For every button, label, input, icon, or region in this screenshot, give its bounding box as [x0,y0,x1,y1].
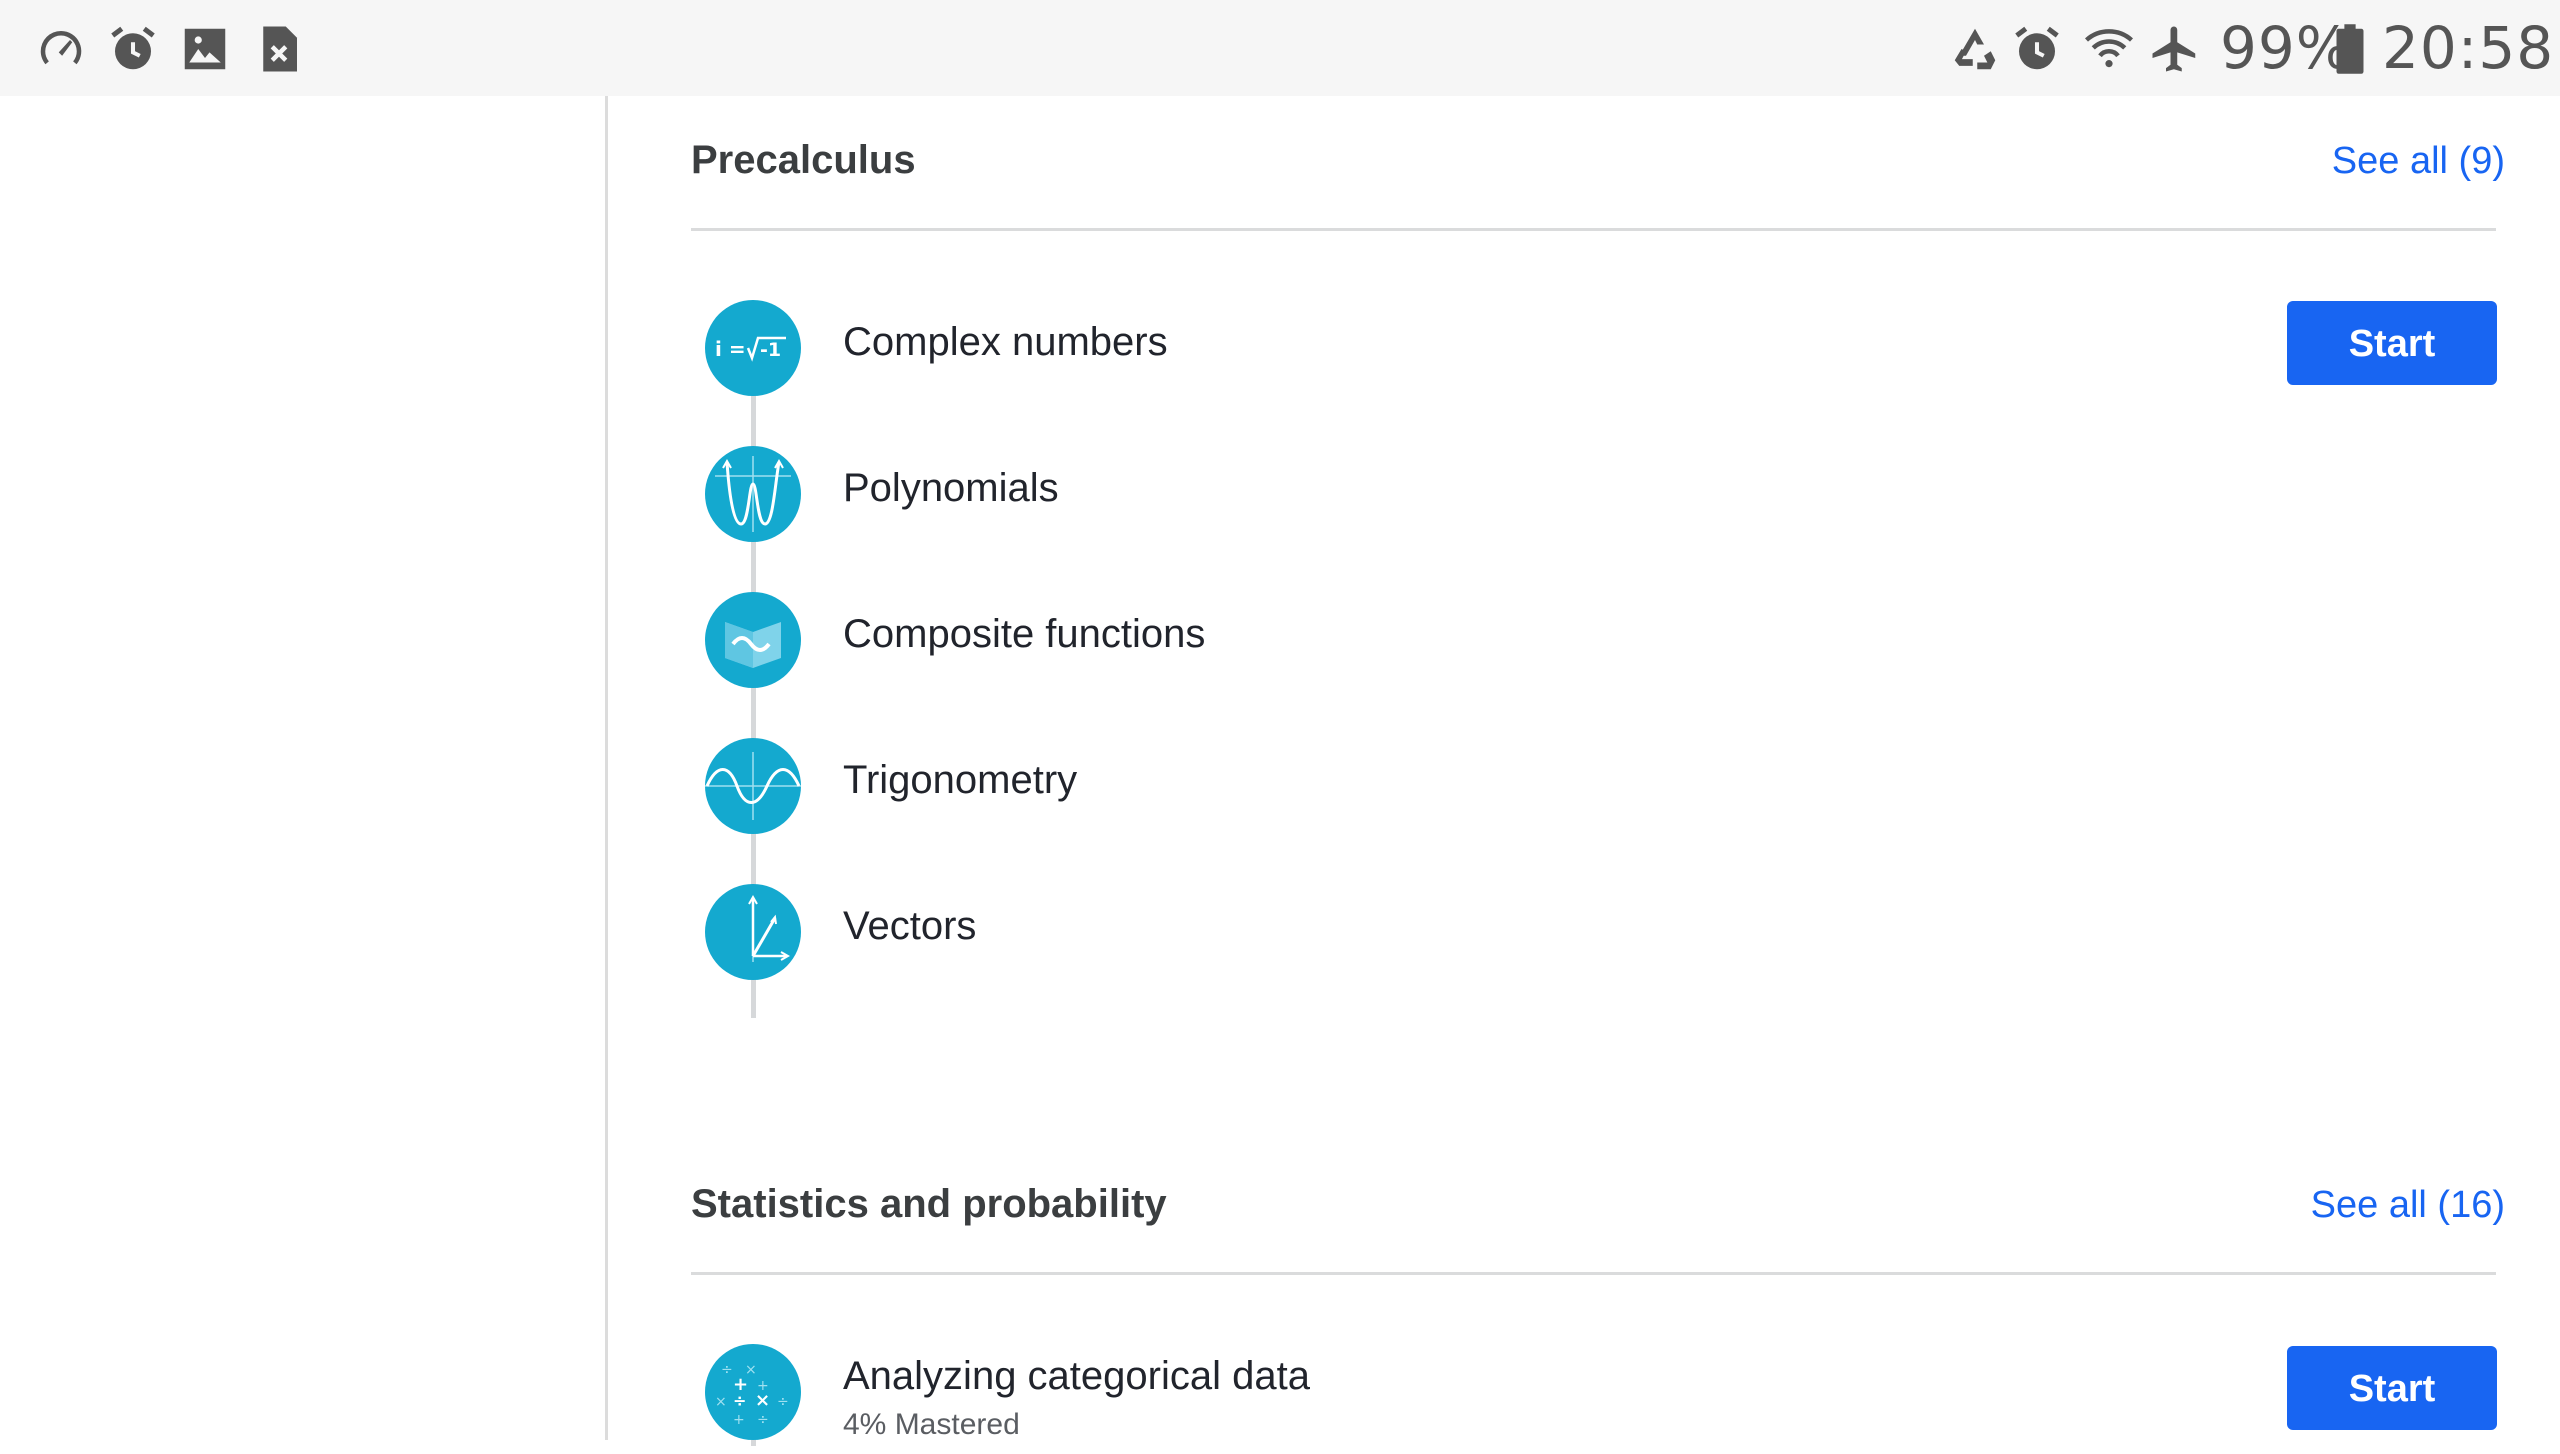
battery-icon [2332,22,2368,76]
see-all-statistics-link[interactable]: See all (16) [2311,1184,2505,1227]
topic-composite-functions[interactable]: Composite functions [705,592,2497,692]
section-divider [691,1272,2496,1275]
speedometer-icon [34,22,88,76]
start-complex-numbers-button[interactable]: Start [2287,301,2497,385]
mastery-progress-text: 4% Mastered [843,1408,1020,1441]
categorical-data-icon: ÷ × + + × ÷ × ÷ + ÷ [705,1344,801,1440]
image-icon [178,22,232,76]
alarm-icon [2010,22,2064,76]
start-analyzing-categorical-data-button[interactable]: Start [2287,1346,2497,1430]
clock: 20:58 [2382,14,2555,82]
topic-label: Analyzing categorical data [843,1354,1310,1398]
trigonometry-icon [705,738,801,834]
topic-vectors[interactable]: Vectors [705,884,2497,984]
svg-text:×: × [715,1394,727,1410]
topic-complex-numbers[interactable]: i = -1 Complex numbers Start [705,300,2497,400]
section-title-statistics: Statistics and probability [691,1182,1167,1226]
svg-text:÷: ÷ [777,1394,789,1410]
topic-label: Vectors [843,904,977,948]
see-all-precalculus-link[interactable]: See all (9) [2332,140,2505,183]
left-panel [0,96,608,1440]
svg-text:i =: i = [715,337,746,361]
vectors-icon [705,884,801,980]
main-content: Precalculus See all (9) i = -1 Complex n… [608,96,2560,1446]
svg-text:÷: ÷ [733,1391,746,1410]
status-bar: 99% 20:58 [0,0,2560,96]
topic-analyzing-categorical-data[interactable]: ÷ × + + × ÷ × ÷ + ÷ Analyzing categorica… [705,1344,2497,1454]
svg-text:×: × [755,1390,770,1411]
polynomials-icon [705,446,801,542]
topic-label: Polynomials [843,466,1059,510]
data-recycle-icon [1948,22,2002,76]
alarm-icon [106,22,160,76]
wifi-icon [2082,22,2136,76]
composite-functions-icon [705,592,801,688]
svg-text:+: + [733,1412,745,1428]
topic-trigonometry[interactable]: Trigonometry [705,738,2497,838]
close-file-icon [252,22,306,76]
topic-polynomials[interactable]: Polynomials [705,446,2497,546]
section-divider [691,228,2496,231]
section-title-precalculus: Precalculus [691,138,916,182]
svg-text:÷: ÷ [721,1362,733,1378]
airplane-icon [2148,22,2202,76]
topic-label: Composite functions [843,612,1206,656]
complex-numbers-icon: i = -1 [705,300,801,396]
svg-text:-1: -1 [760,339,781,361]
topic-label: Trigonometry [843,758,1078,802]
topic-label: Complex numbers [843,320,1168,364]
svg-text:÷: ÷ [757,1412,769,1428]
